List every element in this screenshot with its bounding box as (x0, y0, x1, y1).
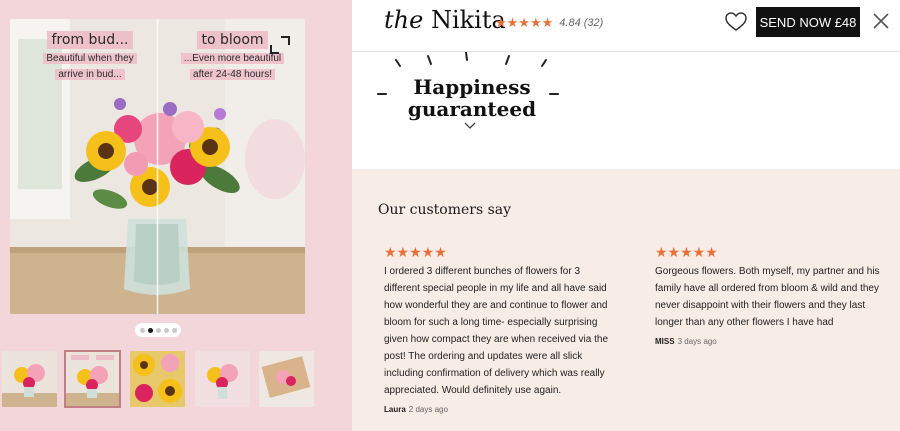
product-title-prefix: the (384, 6, 424, 34)
review-author: MISS 3 days ago (655, 337, 717, 346)
caption-bud-sub-1: Beautiful when they (30, 52, 150, 65)
thumbnail-4[interactable] (195, 351, 250, 407)
happiness-line-2: guaranteed (407, 97, 537, 121)
happiness-line-1: Happiness (413, 75, 531, 99)
product-title: the Nikita (384, 6, 506, 34)
close-icon[interactable] (872, 12, 890, 30)
heart-icon[interactable] (725, 12, 747, 32)
carousel-dot-2[interactable] (147, 327, 153, 333)
thumbnail-strip (0, 350, 352, 409)
review-card: ★★★★★ Gorgeous flowers. Both myself, my … (655, 245, 887, 346)
product-header: the Nikita ★★★★★ 4.84 (32) SEND NOW £48 (352, 0, 900, 52)
thumbnail-3[interactable] (130, 351, 185, 407)
happiness-guaranteed-heading: Happiness guaranteed (404, 76, 540, 120)
carousel-dot-4[interactable] (163, 327, 169, 333)
reviews-heading: Our customers say (378, 202, 512, 218)
expand-icon[interactable] (268, 34, 292, 56)
caption-bud: from bud... Beautiful when they arrive i… (30, 31, 150, 81)
caption-bud-title: from bud... (47, 31, 133, 49)
rating-stars: ★★★★★ (495, 15, 554, 30)
review-text: Gorgeous flowers. Both myself, my partne… (655, 266, 880, 328)
product-rating[interactable]: ★★★★★ 4.84 (32) (495, 16, 603, 29)
review-author: Laura 2 days ago (384, 405, 448, 414)
thumbnail-5[interactable] (259, 351, 314, 407)
main-product-image[interactable]: from bud... Beautiful when they arrive i… (10, 19, 305, 314)
review-stars: ★★★★★ (655, 244, 718, 260)
rating-text: 4.84 (32) (559, 16, 604, 29)
caption-bud-sub-2: arrive in bud... (30, 68, 150, 81)
chevron-down-icon[interactable] (464, 122, 476, 130)
review-text: I ordered 3 different bunches of flowers… (384, 266, 609, 396)
caption-bloom-title: to bloom (197, 31, 268, 49)
thumbnail-2[interactable] (64, 350, 121, 408)
carousel-dots (135, 323, 181, 337)
caption-bloom-sub-2: after 24-48 hours! (175, 68, 290, 81)
review-card: ★★★★★ I ordered 3 different bunches of f… (384, 245, 616, 414)
carousel-dot-5[interactable] (171, 327, 177, 333)
happiness-promo: Happiness guaranteed (352, 52, 900, 169)
customer-reviews: Our customers say ★★★★★ I ordered 3 diff… (352, 169, 900, 431)
carousel-dot-1[interactable] (139, 327, 145, 333)
review-stars: ★★★★★ (384, 244, 447, 260)
carousel-dot-3[interactable] (155, 327, 161, 333)
send-now-button[interactable]: SEND NOW £48 (756, 7, 860, 37)
thumbnail-1[interactable] (2, 351, 57, 407)
product-gallery: from bud... Beautiful when they arrive i… (0, 0, 352, 431)
